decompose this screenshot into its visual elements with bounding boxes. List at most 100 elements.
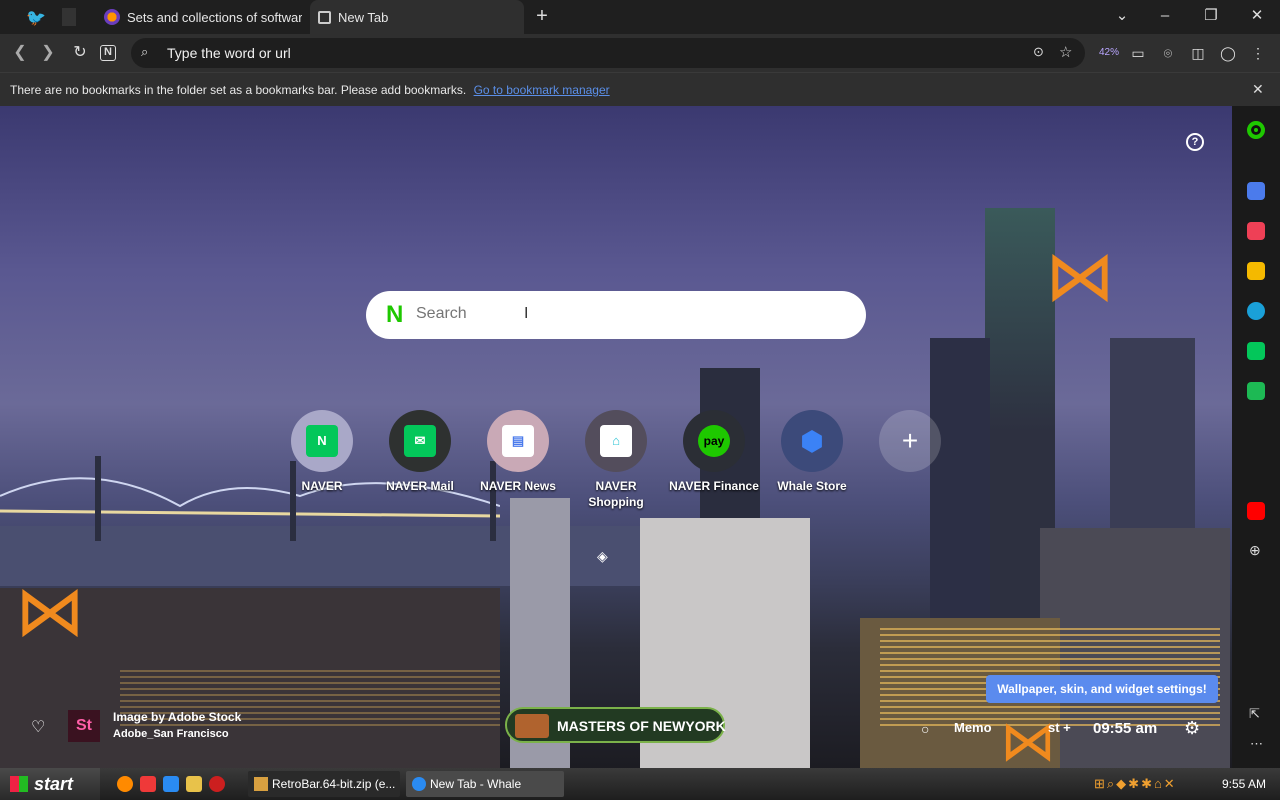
shortcut-circle: pay [683, 410, 745, 472]
sidebar-pocket-icon[interactable] [1247, 222, 1265, 240]
plus-icon: + [901, 425, 919, 456]
shortcut-circle: ▤ [487, 410, 549, 472]
tab-new-tab[interactable]: New Tab [310, 0, 524, 34]
heart-icon[interactable]: ♡ [31, 717, 45, 737]
memo-widget[interactable]: Memo [954, 720, 992, 735]
sidebar-add-icon[interactable]: ⊕ [1249, 542, 1261, 559]
taskbar-item-retrobar[interactable]: RetroBar.64-bit.zip (e... [248, 771, 400, 797]
windows-flag-icon [10, 776, 28, 792]
shortcut-label: NAVER Finance [669, 479, 759, 493]
search-input[interactable] [416, 305, 816, 323]
help-icon[interactable]: ? [1186, 133, 1204, 151]
search-icon: ⌕ [141, 44, 149, 59]
shortcut-naver-finance[interactable]: pay NAVER Finance [667, 410, 761, 494]
task-label: New Tab - Whale [430, 777, 522, 791]
start-label: start [34, 774, 74, 794]
shortcut-naver-mail[interactable]: ✉ NAVER Mail [373, 410, 467, 494]
sidebar-more-icon[interactable]: ⋯ [1250, 736, 1263, 752]
close-bookmark-bar-icon[interactable]: ✕ [1252, 81, 1264, 98]
toolbar: ❮ ❯ ↻ N ⌕ Type the word or url ⊙ ☆ 42% ▭… [0, 34, 1280, 72]
minimize-button[interactable]: – [1153, 6, 1177, 26]
sidebar-edge-icon[interactable] [1247, 302, 1265, 320]
shortcut-naver-shopping[interactable]: ⌂ NAVER Shopping [569, 410, 663, 510]
bookmark-star-icon[interactable]: ☆ [1059, 43, 1072, 61]
profile-icon[interactable]: ◯ [1219, 44, 1237, 62]
pinned-tab-icon[interactable] [62, 8, 76, 26]
twitter-icon[interactable]: 🐦 [26, 8, 48, 27]
taskbar-item-whale[interactable]: New Tab - Whale [406, 771, 564, 797]
location-icon[interactable]: ⊙ [1033, 44, 1044, 60]
shopping-icon: ⌂ [600, 425, 632, 457]
bookmark-bar: There are no bookmarks in the folder set… [0, 72, 1280, 106]
shortcut-label: NAVER [301, 479, 343, 493]
add-shortcut-button[interactable]: + [863, 410, 957, 472]
gear-icon[interactable]: ⚙ [1184, 718, 1200, 739]
taskbar: start RetroBar.64-bit.zip (e... New Tab … [0, 768, 1280, 800]
bookmark-message-text: There are no bookmarks in the folder set… [10, 83, 467, 97]
new-tab-button[interactable]: + [530, 6, 554, 26]
shortcut-whale-store[interactable]: ⬢ Whale Store [765, 410, 859, 494]
shortcut-naver-news[interactable]: ▤ NAVER News [471, 410, 565, 494]
shortcut-circle: N [291, 410, 353, 472]
capture-icon[interactable]: ⌾ [1159, 44, 1177, 62]
grid-icon [318, 10, 331, 24]
mail-icon: ✉ [404, 425, 436, 457]
restore-button[interactable]: ❐ [1199, 6, 1223, 26]
firefox-icon [104, 9, 120, 25]
pay-icon: pay [698, 425, 730, 457]
sidebar-mail-icon[interactable] [1247, 342, 1265, 360]
clock-widget: 09:55 am [1093, 720, 1158, 737]
butterfly-decoration: ⋈ [1045, 237, 1115, 315]
shortcut-label: NAVER Mail [386, 479, 454, 493]
shortcut-circle: + [879, 410, 941, 472]
sidebar-popout-icon[interactable]: ⇱ [1249, 706, 1260, 722]
layers-icon[interactable]: ◈ [597, 548, 608, 565]
naver-home-icon[interactable]: N [100, 45, 116, 61]
tab-label: New Tab [338, 9, 389, 25]
shortcut-circle: ✉ [389, 410, 451, 472]
sidebar-green-dot-icon[interactable] [1247, 121, 1265, 139]
zoom-indicator[interactable]: 42% [1096, 44, 1122, 62]
start-button[interactable]: start [0, 768, 100, 800]
address-bar[interactable]: ⌕ Type the word or url ⊙ ☆ [131, 38, 1085, 68]
memo-icon[interactable]: ○ [921, 721, 929, 737]
task-label: RetroBar.64-bit.zip (e... [272, 777, 396, 791]
naver-logo-icon: N [386, 301, 404, 328]
settings-tooltip: Wallpaper, skin, and widget settings! [986, 675, 1218, 703]
sidebar-youtube-icon[interactable] [1247, 502, 1265, 520]
widget-add-button[interactable]: st + [1048, 720, 1071, 735]
forward-button[interactable]: ❯ [38, 43, 58, 63]
sidebar-star-icon[interactable] [1247, 262, 1265, 280]
split-view-icon[interactable]: ◫ [1189, 44, 1207, 62]
vivaldi-icon[interactable] [140, 776, 156, 792]
whale-icon[interactable] [163, 776, 179, 792]
close-button[interactable]: ✕ [1245, 6, 1269, 26]
shortcut-label: NAVER News [480, 479, 556, 493]
bookmark-manager-link[interactable]: Go to bookmark manager [474, 83, 610, 97]
back-button[interactable]: ❮ [10, 43, 30, 63]
tray-icons[interactable]: ⊞⌕◆✱✱⌂✕ [1094, 776, 1177, 792]
sidebar-calendar-icon[interactable] [1247, 182, 1265, 200]
menu-icon[interactable]: ⋮ [1249, 44, 1267, 62]
promo-banner[interactable]: MASTERS OF NEWYORK [505, 707, 726, 743]
reload-button[interactable]: ↻ [70, 43, 90, 63]
news-icon: ▤ [502, 425, 534, 457]
tab-bar: 🐦 Sets and collections of softwar New Ta… [0, 0, 1280, 34]
address-input[interactable]: Type the word or url [167, 45, 291, 61]
butterfly-decoration: ⋈ [1000, 709, 1056, 768]
tray-clock: 9:55 AM [1221, 777, 1266, 791]
tab-list-chevron-icon[interactable]: ⌄ [1110, 6, 1134, 26]
banner-title: MASTERS OF NEWYORK [557, 718, 726, 734]
shortcut-naver[interactable]: N NAVER [275, 410, 369, 494]
sidebar-chart-icon[interactable] [1247, 382, 1265, 400]
firefox-icon[interactable] [117, 776, 133, 792]
folder-icon[interactable] [186, 776, 202, 792]
credit-line: Image by Adobe Stock [113, 710, 242, 724]
opera-icon[interactable] [209, 776, 225, 792]
adobe-stock-logo: St [68, 710, 100, 742]
video-icon[interactable]: ▭ [1129, 44, 1147, 62]
archive-icon [254, 777, 268, 791]
tab-sets-collections[interactable]: Sets and collections of softwar [96, 0, 306, 34]
search-box[interactable]: N I [366, 291, 866, 339]
sidebar: ⊕ ⇱ ⋯ [1232, 106, 1280, 768]
